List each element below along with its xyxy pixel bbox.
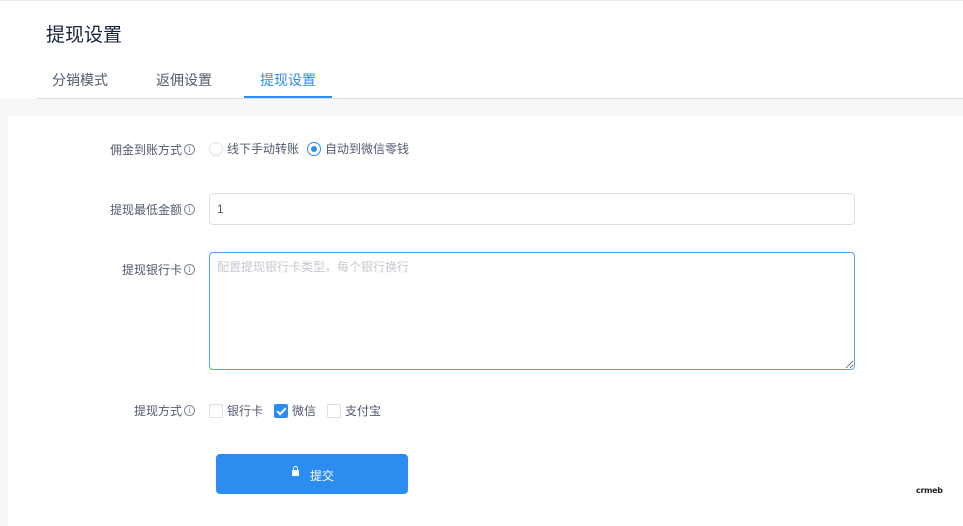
settings-form: 佣金到账方式 i 线下手动转账 自动到微信零钱 提现最低金额 i 提现银行卡 i… xyxy=(8,116,963,526)
checkbox-box-checked[interactable] xyxy=(274,404,288,418)
bank-cards-label: 提现银行卡 xyxy=(121,263,182,277)
info-icon[interactable]: i xyxy=(184,405,195,416)
bank-cards-textarea[interactable] xyxy=(209,252,855,370)
radio-label: 线下手动转账 xyxy=(227,142,300,156)
min-amount-label: 提现最低金额 xyxy=(109,203,182,217)
radio-circle[interactable] xyxy=(209,142,223,156)
checkbox-box[interactable] xyxy=(209,404,223,418)
withdraw-methods-checkbox-group: 银行卡 微信 支付宝 xyxy=(209,403,409,419)
submit-label: 提交 xyxy=(310,469,335,483)
commission-method-label: 佣金到账方式 xyxy=(109,143,182,157)
checkbox-label: 微信 xyxy=(292,404,317,418)
page-title: 提现设置 xyxy=(46,25,123,46)
tab-distribution-mode[interactable]: 分销模式 xyxy=(36,65,124,98)
info-icon[interactable]: i xyxy=(184,204,195,215)
radio-circle-selected[interactable] xyxy=(307,142,321,156)
submit-button[interactable]: 提交 xyxy=(216,454,408,494)
commission-method-radio-group: 线下手动转账 自动到微信零钱 xyxy=(209,141,429,157)
checkbox-box[interactable] xyxy=(327,404,341,418)
info-icon[interactable]: i xyxy=(184,264,195,275)
withdraw-methods-label: 提现方式 xyxy=(133,404,182,418)
tab-bar: 分销模式 返佣设置 提现设置 xyxy=(36,65,963,99)
min-amount-input[interactable] xyxy=(209,193,855,225)
page-header: 提现设置 分销模式 返佣设置 提现设置 xyxy=(0,0,963,99)
tab-commission-settings[interactable]: 返佣设置 xyxy=(140,65,228,98)
lock-icon xyxy=(292,466,299,476)
tab-withdrawal-settings[interactable]: 提现设置 xyxy=(244,65,332,98)
brand-logo: crmeb xyxy=(916,486,943,495)
radio-label: 自动到微信零钱 xyxy=(325,142,410,156)
checkbox-label: 支付宝 xyxy=(345,404,382,418)
info-icon[interactable]: i xyxy=(184,144,195,155)
checkbox-label: 银行卡 xyxy=(227,404,264,418)
